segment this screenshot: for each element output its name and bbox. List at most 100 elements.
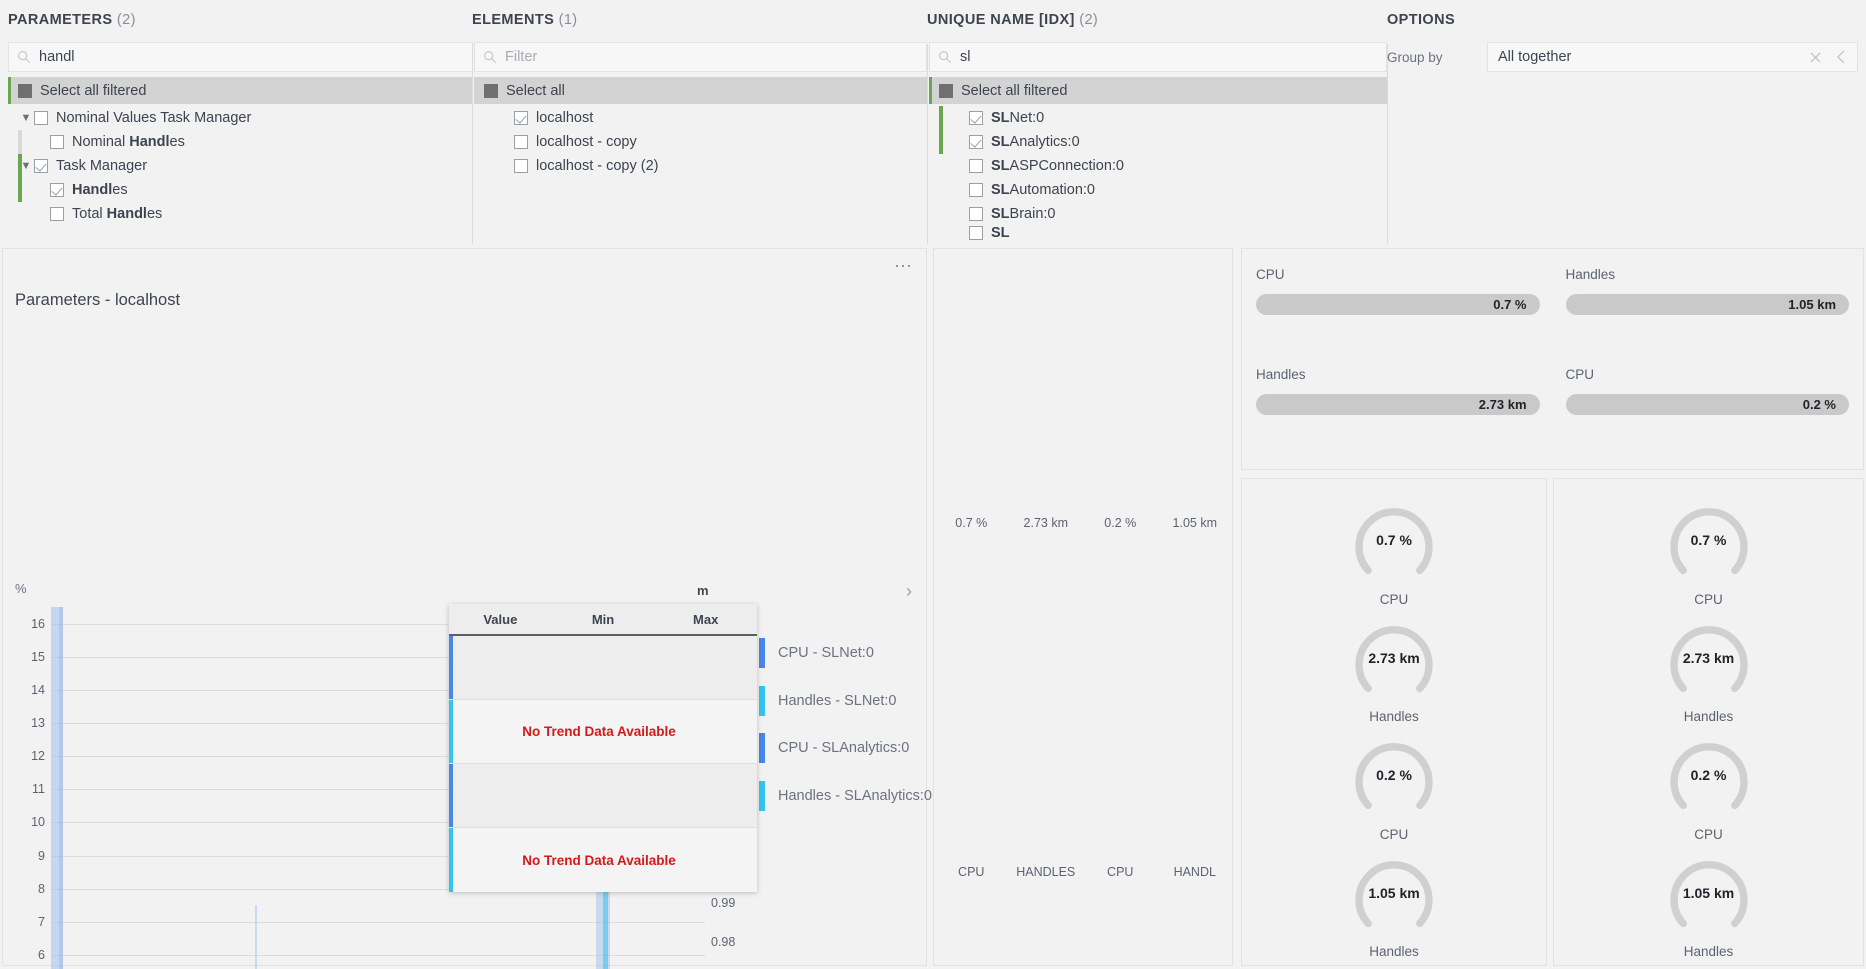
bar-label: Handles	[1256, 367, 1306, 382]
list-item[interactable]: localhost - copy (2)	[472, 154, 927, 178]
list-item[interactable]: localhost - copy	[472, 130, 927, 154]
summary-values-row: 0.7 % 2.73 km 0.2 % 1.05 km	[934, 516, 1232, 530]
unique-name-select-all-row[interactable]: Select all filtered	[929, 77, 1387, 104]
row-label: SLAnalytics:0	[991, 134, 1080, 150]
row-label: Handles	[72, 182, 128, 198]
elements-search-input[interactable]: Filter	[474, 42, 927, 72]
bar-value: 0.7 %	[1493, 297, 1527, 312]
bar-track: 0.2 %	[1565, 394, 1849, 415]
radial-gauge: 0.7 %	[1348, 495, 1440, 586]
unique-name-panel: UNIQUE NAME [IDX] (2) sl Select all filt…	[927, 0, 1387, 245]
chevron-left-icon[interactable]	[1836, 50, 1847, 64]
parameters-tree-row[interactable]: ▼ Task Manager	[8, 154, 473, 178]
row-label: SL	[991, 226, 1010, 240]
y-axis-tick-label: 10	[31, 815, 45, 830]
filter-bar: PARAMETERS (2) handl Select all filtered…	[0, 0, 1866, 245]
unique-name-select-all-checkbox[interactable]	[939, 83, 953, 98]
options-title-text: OPTIONS	[1387, 12, 1456, 28]
summary-category: HANDL	[1173, 865, 1216, 879]
parameters-tree-row[interactable]: ▼ Nominal Handles	[8, 130, 473, 154]
group-by-select[interactable]: All together	[1487, 42, 1858, 72]
summary-category: CPU	[958, 865, 985, 879]
legend-item[interactable]: Handles - SLAnalytics:0	[759, 780, 932, 811]
row-checkbox[interactable]	[514, 111, 528, 125]
row-accent-bar	[939, 106, 943, 130]
elements-list: localhost localhost - copy localhost - c…	[472, 106, 927, 178]
gauge-value: 0.2 %	[1376, 767, 1412, 784]
row-checkbox[interactable]	[969, 111, 983, 125]
legend-item[interactable]: Handles - SLNet:0	[759, 685, 932, 716]
row-checkbox[interactable]	[514, 159, 528, 173]
parameters-panel: PARAMETERS (2) handl Select all filtered…	[8, 0, 473, 245]
row-checkbox[interactable]	[514, 135, 528, 149]
parameters-tree-row[interactable]: ▼ Total Handles	[8, 202, 473, 226]
bar-value: 2.73 km	[1478, 397, 1527, 412]
ellipsis-icon[interactable]: ⋯	[894, 256, 914, 277]
summary-category: HANDLES	[1016, 865, 1076, 879]
legend-label: Handles - SLAnalytics:0	[778, 787, 932, 804]
bar-gauge: CPU 0.7 %	[1256, 259, 1540, 359]
elements-select-all-checkbox[interactable]	[484, 83, 498, 98]
row-accent-bar	[18, 154, 22, 178]
trend-card-title: Parameters - localhost	[15, 291, 181, 309]
elements-panel: ELEMENTS (1) Filter Select all localhost	[472, 0, 927, 245]
row-label-match: Handl	[106, 206, 147, 222]
unique-name-search-value: sl	[960, 49, 971, 65]
gauge-label: Handles	[1369, 944, 1419, 959]
chevron-right-icon[interactable]: ›	[906, 581, 912, 602]
row-checkbox[interactable]	[34, 159, 48, 173]
radial-gauge-column: 0.7 % CPU 2.73 km Handles 0.2 % CPU 1.05 km Han…	[1554, 479, 1863, 965]
row-checkbox[interactable]	[969, 207, 983, 221]
row-checkbox[interactable]	[969, 226, 983, 240]
row-label-tail: es	[112, 182, 128, 198]
row-label: SLAutomation:0	[991, 182, 1095, 198]
parameters-tree-row[interactable]: ▼ Nominal Values Task Manager	[8, 106, 473, 130]
summary-value: 0.7 %	[955, 516, 988, 530]
series-color-swatch	[449, 764, 453, 827]
list-item[interactable]: SLASPConnection:0	[927, 154, 1387, 178]
list-item[interactable]: SL	[927, 226, 1387, 240]
row-checkbox[interactable]	[50, 135, 64, 149]
radial-gauge: 2.73 km	[1348, 613, 1440, 704]
list-item[interactable]: SLAnalytics:0	[927, 130, 1387, 154]
row-checkbox[interactable]	[50, 183, 64, 197]
legend-item[interactable]: CPU - SLAnalytics:0	[759, 733, 932, 763]
unique-name-search-input[interactable]: sl	[929, 42, 1387, 72]
parameters-tree-row[interactable]: ▼ Handles	[8, 178, 473, 202]
legend-item[interactable]: CPU - SLNet:0	[759, 638, 932, 668]
gauge-value: 2.73 km	[1682, 649, 1735, 666]
parameters-search-input[interactable]: handl	[8, 42, 473, 72]
list-item[interactable]: SLBrain:0	[927, 202, 1387, 226]
summary-value: 2.73 km	[1023, 516, 1068, 530]
row-checkbox[interactable]	[969, 159, 983, 173]
tooltip-header-max: Max	[693, 612, 719, 627]
radial-gauge: 0.2 %	[1663, 730, 1755, 821]
row-checkbox[interactable]	[34, 111, 48, 125]
row-checkbox[interactable]	[969, 183, 983, 197]
tooltip-header-row: Value Min Max	[449, 604, 757, 636]
row-checkbox[interactable]	[50, 207, 64, 221]
row-label-match: SL	[991, 158, 1010, 174]
list-item[interactable]: localhost	[472, 106, 927, 130]
y-axis-tick-label: 11	[32, 782, 45, 797]
bar-label: CPU	[1256, 267, 1285, 282]
bar-track: 2.73 km	[1256, 394, 1540, 415]
y-axis-tick-label: 6	[38, 948, 45, 962]
summary-value: 1.05 km	[1172, 516, 1217, 530]
legend-color-swatch	[759, 780, 765, 811]
list-item[interactable]: SLNet:0	[927, 106, 1387, 130]
close-icon[interactable]	[1809, 51, 1822, 64]
options-panel: OPTIONS Group by All together	[1387, 0, 1866, 245]
trend-tooltip: Value Min Max No Trend Data Available No…	[449, 604, 757, 892]
bar-track: 1.05 km	[1565, 294, 1849, 315]
y-axis-tick-label: 7	[38, 914, 45, 929]
list-item[interactable]: SLAutomation:0	[927, 178, 1387, 202]
parameters-select-all-row[interactable]: Select all filtered	[8, 77, 473, 104]
row-label-match: SL	[991, 134, 1010, 150]
row-checkbox[interactable]	[969, 135, 983, 149]
legend-label: Handles - SLNet:0	[778, 692, 897, 709]
parameters-select-all-checkbox[interactable]	[18, 83, 32, 98]
y-axis-right-tick-label: 0.99	[711, 896, 736, 911]
row-accent-bar	[18, 178, 22, 202]
elements-select-all-row[interactable]: Select all	[474, 77, 927, 104]
